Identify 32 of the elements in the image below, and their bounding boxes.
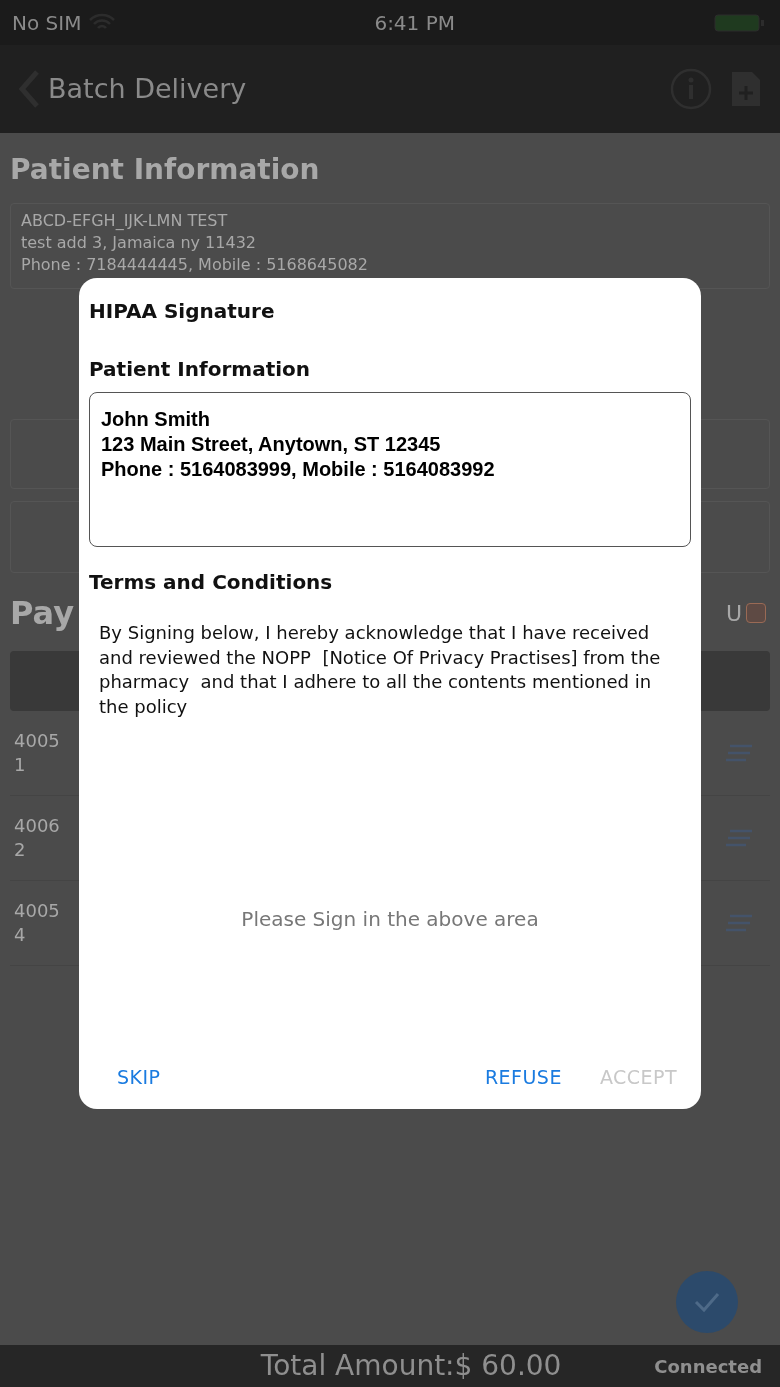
back-button[interactable]: Batch Delivery: [18, 68, 247, 110]
toggle-label: U: [725, 599, 742, 628]
section-heading: Patient Information: [89, 356, 312, 383]
section-heading: Terms and Conditions: [89, 569, 334, 596]
patient-line: Phone : 5164083999, Mobile : 5164083992: [101, 457, 496, 482]
checkbox[interactable]: [746, 603, 766, 623]
terms-text: By Signing below, I hereby acknowledge that I have received and reviewed the NOPP [Notice Of Privacy Practises] from the pharmacy and that I adhere to all the contents mentioned in the policy: [98, 621, 662, 719]
table-cell: 4006: [14, 814, 60, 838]
patient-line: 123 Main Street, Anytown, ST 12345: [101, 432, 442, 457]
patient-line: ABCD-EFGH_IJK-LMN TEST: [21, 210, 229, 232]
carrier-text: No SIM: [12, 9, 82, 37]
menu-icon[interactable]: [724, 744, 754, 762]
menu-icon[interactable]: [724, 914, 754, 932]
patient-line: Phone : 7184444445, Mobile : 5168645082: [21, 254, 369, 276]
dialog-button[interactable]: SKIP: [109, 1058, 169, 1095]
section-title: Pay: [10, 593, 75, 634]
section-title: Patient Information: [10, 152, 321, 188]
menu-icon[interactable]: [724, 829, 754, 847]
dialog-title: HIPAA Signature: [89, 298, 276, 325]
signature-hint: Please Sign in the above area: [241, 905, 539, 933]
dialog-button[interactable]: REFUSE: [476, 1058, 570, 1095]
total-amount: Total Amount:$ 60.00: [260, 1348, 562, 1384]
table-cell: 4005: [14, 729, 60, 753]
check-icon: [693, 1291, 721, 1313]
table-cell-text: 2: [14, 838, 27, 862]
patient-line: John Smith: [101, 407, 211, 432]
table-cell: 4005: [14, 899, 60, 923]
patient-line: test add 3, Jamaica ny 11432: [21, 232, 257, 254]
status-time: 6:41 PM: [374, 9, 455, 37]
table-cell-text: 4: [14, 923, 27, 947]
connection-status: Connected: [654, 1354, 762, 1379]
table-cell-text: 1: [14, 753, 27, 777]
